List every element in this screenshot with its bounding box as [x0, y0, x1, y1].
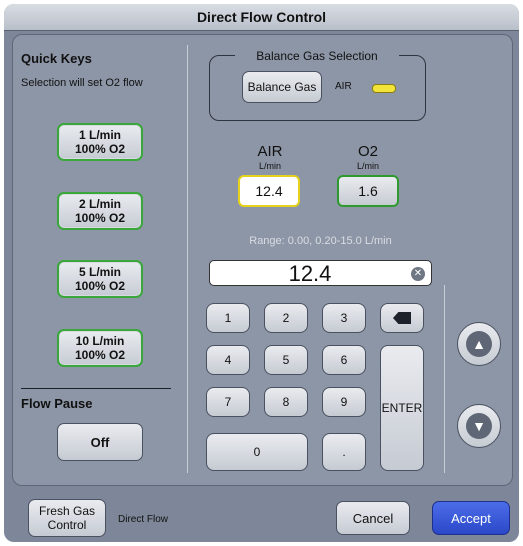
arrow-down-icon: ▼ — [466, 413, 492, 439]
balance-gas-title: Balance Gas Selection — [235, 49, 399, 63]
flow-pause-separator — [21, 388, 171, 389]
column-divider — [187, 45, 188, 473]
air-flow-field[interactable]: 12.4 — [238, 175, 300, 207]
dialog-title: Direct Flow Control — [4, 4, 519, 31]
o2-unit: L/min — [356, 161, 379, 171]
accept-button[interactable]: Accept — [432, 501, 510, 535]
fresh-gas-label-line1: Fresh Gas — [38, 504, 95, 518]
o2-flow-field[interactable]: 1.6 — [337, 175, 399, 207]
arrow-divider — [444, 285, 445, 473]
key-2[interactable]: 2 — [264, 303, 308, 333]
quick-key-rate: 2 L/min — [78, 197, 121, 211]
clear-icon[interactable]: ✕ — [411, 267, 425, 281]
quick-key-percent: 100% O2 — [74, 348, 126, 362]
direct-flow-dialog: Direct Flow Control Quick Keys Selection… — [4, 4, 519, 542]
quick-key-10-lpm[interactable]: 10 L/min 100% O2 — [57, 329, 143, 367]
arrow-up-icon: ▲ — [466, 331, 492, 357]
quick-key-rate: 5 L/min — [78, 265, 121, 279]
key-6[interactable]: 6 — [322, 345, 366, 375]
quick-key-5-lpm[interactable]: 5 L/min 100% O2 — [57, 260, 143, 298]
main-panel: Quick Keys Selection will set O2 flow 1 … — [12, 34, 513, 486]
key-3[interactable]: 3 — [322, 303, 366, 333]
fresh-gas-label-line2: Control — [47, 518, 87, 532]
key-7[interactable]: 7 — [206, 387, 250, 417]
key-8[interactable]: 8 — [264, 387, 308, 417]
quick-key-rate: 1 L/min — [78, 128, 121, 142]
increase-button[interactable]: ▲ — [457, 322, 501, 366]
key-4[interactable]: 4 — [206, 345, 250, 375]
key-9[interactable]: 9 — [322, 387, 366, 417]
quick-key-rate: 10 L/min — [75, 334, 125, 348]
quick-keys-heading: Quick Keys — [21, 51, 92, 66]
quick-key-percent: 100% O2 — [74, 142, 126, 156]
current-mode-label: Direct Flow — [118, 514, 169, 525]
key-5[interactable]: 5 — [264, 345, 308, 375]
range-text: Range: 0.00, 0.20-15.0 L/min — [249, 235, 392, 247]
balance-gas-current: AIR — [335, 81, 352, 92]
fresh-gas-control-button[interactable]: Fresh Gas Control — [28, 499, 106, 537]
quick-keys-subtitle: Selection will set O2 flow — [21, 77, 143, 89]
cancel-button[interactable]: Cancel — [336, 501, 410, 535]
quick-key-percent: 100% O2 — [74, 279, 126, 293]
enter-button[interactable]: ENTER — [380, 345, 424, 471]
balance-gas-indicator — [372, 84, 396, 93]
flow-entry-field[interactable]: 12.4 ✕ — [209, 260, 432, 286]
key-0[interactable]: 0 — [206, 433, 308, 471]
balance-gas-button[interactable]: Balance Gas — [242, 71, 322, 103]
o2-label: O2 — [357, 143, 378, 160]
backspace-icon — [393, 312, 411, 324]
flow-entry-value: 12.4 — [288, 261, 332, 286]
quick-key-1-lpm[interactable]: 1 L/min 100% O2 — [57, 123, 143, 161]
flow-pause-heading: Flow Pause — [21, 396, 93, 411]
quick-key-2-lpm[interactable]: 2 L/min 100% O2 — [57, 192, 143, 230]
quick-key-percent: 100% O2 — [74, 211, 126, 225]
key-1[interactable]: 1 — [206, 303, 250, 333]
key-decimal[interactable]: . — [322, 433, 366, 471]
flow-pause-button[interactable]: Off — [57, 423, 143, 461]
backspace-button[interactable] — [380, 303, 424, 333]
air-label: AIR — [257, 143, 283, 160]
decrease-button[interactable]: ▼ — [457, 404, 501, 448]
air-unit: L/min — [258, 161, 281, 171]
